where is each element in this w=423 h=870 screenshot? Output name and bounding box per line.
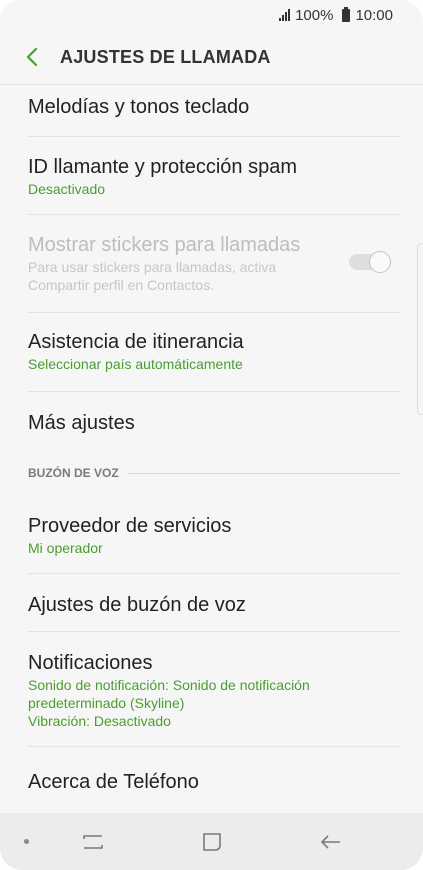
item-subtitle: Mi operador bbox=[28, 540, 103, 556]
toggle-thumb bbox=[369, 251, 391, 273]
signal-icon bbox=[279, 9, 291, 21]
list-item-melodias[interactable]: Melodías y tonos teclado bbox=[28, 85, 401, 137]
item-title: Notificaciones bbox=[28, 652, 153, 674]
settings-list: Melodías y tonos teclado ID llamante y p… bbox=[0, 85, 423, 817]
list-item-stickers: Mostrar stickers para llamadas Para usar… bbox=[28, 215, 401, 313]
section-header-voicemail: BUZÓN DE VOZ bbox=[28, 452, 401, 494]
list-item-service-provider[interactable]: Proveedor de servicios Mi operador bbox=[28, 494, 401, 574]
item-title: Asistencia de itinerancia bbox=[28, 331, 244, 353]
item-title: Más ajustes bbox=[28, 412, 135, 434]
home-icon[interactable] bbox=[199, 829, 225, 855]
item-title: Ajustes de buzón de voz bbox=[28, 594, 246, 616]
list-item-about-phone[interactable]: Acerca de Teléfono bbox=[28, 747, 401, 817]
stickers-toggle bbox=[349, 251, 391, 273]
list-item-caller-id[interactable]: ID llamante y protección spam Desactivad… bbox=[28, 137, 401, 215]
recent-apps-icon[interactable] bbox=[80, 829, 106, 855]
item-title: Acerca de Teléfono bbox=[28, 771, 199, 793]
item-subtitle: Desactivado bbox=[28, 181, 106, 197]
list-item-more-settings[interactable]: Más ajustes bbox=[28, 392, 401, 452]
item-title: ID llamante y protección spam bbox=[28, 156, 298, 178]
scroll-indicator[interactable] bbox=[417, 243, 423, 415]
item-subtitle: Seleccionar país automáticamente bbox=[28, 356, 243, 372]
battery-icon bbox=[342, 6, 351, 22]
item-subtitle: Para usar stickers para llamadas, activa… bbox=[28, 259, 277, 293]
list-item-notifications[interactable]: Notificaciones Sonido de notificación: S… bbox=[28, 632, 401, 747]
list-item-voicemail-settings[interactable]: Ajustes de buzón de voz bbox=[28, 574, 401, 632]
item-subtitle: Sonido de notificación: Sonido de notifi… bbox=[28, 677, 310, 711]
chevron-left-icon[interactable] bbox=[22, 46, 44, 68]
list-item-roaming[interactable]: Asistencia de itinerancia Seleccionar pa… bbox=[28, 313, 401, 392]
clock: 10:00 bbox=[355, 6, 393, 24]
section-divider bbox=[126, 472, 401, 474]
navigation-bar bbox=[0, 813, 423, 870]
item-title: Melodías y tonos teclado bbox=[28, 96, 250, 118]
battery-percentage: 100% bbox=[295, 6, 334, 24]
phone-screen: 100% 10:00 AJUSTES DE LLAMADA Melodías y… bbox=[0, 0, 423, 870]
app-header: AJUSTES DE LLAMADA bbox=[0, 30, 423, 85]
section-title: BUZÓN DE VOZ bbox=[28, 466, 119, 480]
item-subtitle-vibration: Vibración: Desactivado bbox=[28, 713, 171, 729]
item-title: Mostrar stickers para llamadas bbox=[28, 234, 301, 256]
back-arrow-icon[interactable] bbox=[318, 829, 344, 855]
item-title: Proveedor de servicios bbox=[28, 515, 232, 537]
status-bar: 100% 10:00 bbox=[0, 0, 423, 30]
nav-dot-icon bbox=[24, 839, 29, 844]
page-title: AJUSTES DE LLAMADA bbox=[60, 46, 271, 67]
